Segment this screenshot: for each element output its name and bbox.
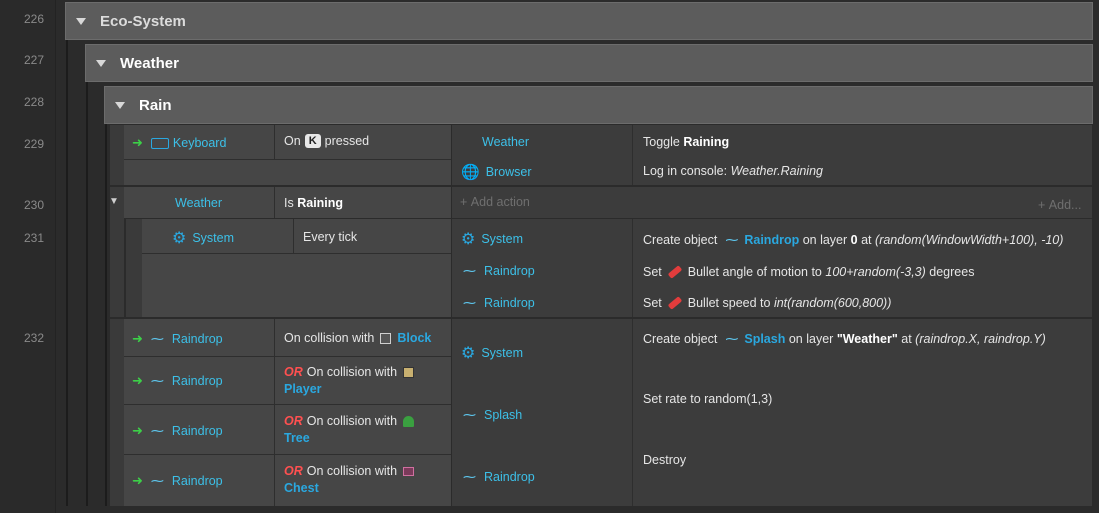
action-object-system[interactable]: ⚙ System [461,343,523,363]
group-weather[interactable]: Weather [85,44,1093,82]
globe-icon: 🌐 [461,164,480,181]
trigger-arrow-icon: ➜ [132,135,143,150]
condition-every-tick[interactable]: Every tick [303,230,357,244]
action-object-raindrop[interactable]: ⁓ Raindrop [463,469,535,485]
line-number-229: 229 [23,137,44,151]
action-object-browser[interactable]: 🌐 Browser [461,163,532,181]
keyboard-icon [150,137,169,149]
trigger-arrow-icon: ➜ [132,331,143,346]
event-margin [110,319,124,506]
line-number-232: 232 [23,331,44,345]
line-number-gutter [0,0,56,513]
trigger-arrow-icon: ➜ [132,473,143,488]
action-object-splash[interactable]: ⁓ Splash [463,407,522,423]
collapse-triangle-icon[interactable] [76,17,86,25]
event-232-actions[interactable] [452,319,1092,506]
trigger-arrow-icon: ➜ [132,423,143,438]
condition-collision-tree[interactable]: OR On collision with Tree [284,413,420,447]
group-rain[interactable]: Rain [104,86,1093,124]
player-sprite-icon [403,367,415,378]
condition-object-weather[interactable]: Weather [175,196,222,210]
raindrop-icon: ⁓ [725,232,739,247]
collapse-triangle-icon[interactable] [115,101,125,109]
action-set-speed[interactable]: Set Bullet speed to int(random(600,800)) [643,296,891,310]
action-create-raindrop[interactable]: Create object ⁓ Raindrop on layer 0 at (… [643,232,1063,248]
line-number-231: 231 [23,231,44,245]
expand-triangle-icon[interactable]: ▼ [109,196,119,207]
line-number-227: 227 [23,53,44,67]
key-k-badge: K [304,134,321,148]
raindrop-icon: ⁓ [150,373,164,388]
raindrop-icon: ⁓ [150,331,164,346]
condition-object-raindrop[interactable]: ➜ ⁓ Raindrop [132,373,223,389]
condition-object-system[interactable]: ⚙ System [172,228,234,248]
plus-icon: + [1038,198,1049,212]
action-log-console[interactable]: Log in console: Weather.Raining [643,164,823,178]
raindrop-icon: ⁓ [150,473,164,488]
tree-sprite-icon [403,416,415,427]
add-button[interactable]: + Add... [1038,198,1081,212]
group-title: Eco-System [100,12,186,30]
condition-object-raindrop[interactable]: ➜ ⁓ Raindrop [132,473,223,489]
condition-collision-block[interactable]: On collision with Block [284,331,431,345]
condition-object-raindrop[interactable]: ➜ ⁓ Raindrop [132,331,223,347]
raindrop-icon: ⁓ [463,263,476,278]
action-set-rate[interactable]: Set rate to random(1,3) [643,392,772,406]
event-230-actions[interactable] [452,187,1092,218]
bullet-behavior-icon [667,296,683,310]
raindrop-icon: ⁓ [463,295,476,310]
group-eco-system[interactable]: Eco-System [65,2,1093,40]
group-title: Weather [120,54,179,72]
condition-collision-chest[interactable]: OR On collision with Chest [284,463,420,497]
gear-icon: ⚙ [461,345,476,362]
bullet-behavior-icon [667,265,683,279]
action-destroy[interactable]: Destroy [643,453,686,467]
condition-collision-player[interactable]: OR On collision with Player [284,364,420,398]
trigger-arrow-icon: ➜ [132,373,143,388]
collapse-triangle-icon[interactable] [96,59,106,67]
plus-icon: + [460,195,471,209]
condition-on-key-pressed[interactable]: On K pressed [284,134,369,148]
splash-icon: ⁓ [463,407,476,422]
raindrop-icon: ⁓ [463,469,476,484]
line-number-230: 230 [23,198,44,212]
gear-icon: ⚙ [461,231,476,248]
indent-guide [66,40,68,506]
condition-keyboard[interactable]: ➜ Keyboard [132,135,226,151]
indent-guide [86,82,88,506]
add-action-button[interactable]: + Add action [460,195,530,209]
line-number-228: 228 [23,95,44,109]
action-object-raindrop[interactable]: ⁓ Raindrop [463,295,535,311]
group-title: Rain [139,96,172,114]
action-set-angle[interactable]: Set Bullet angle of motion to 100+random… [643,265,974,279]
condition-object-raindrop[interactable]: ➜ ⁓ Raindrop [132,423,223,439]
chest-sprite-icon [403,467,415,476]
raindrop-icon: ⁓ [150,423,164,438]
action-object-system[interactable]: ⚙ System [461,229,523,249]
action-toggle-raining[interactable]: Toggle Raining [643,135,729,149]
event-margin [126,219,142,317]
indent-guide [105,124,107,506]
splash-icon: ⁓ [725,331,739,346]
condition-is-raining[interactable]: Is Raining [284,196,343,210]
event-margin [110,125,124,185]
gear-icon: ⚙ [172,230,187,247]
action-object-weather[interactable]: Weather [482,135,529,149]
line-number-226: 226 [23,12,44,26]
block-sprite-icon [380,332,392,344]
action-create-splash[interactable]: Create object ⁓ Splash on layer "Weather… [643,331,1046,347]
action-object-raindrop[interactable]: ⁓ Raindrop [463,263,535,279]
